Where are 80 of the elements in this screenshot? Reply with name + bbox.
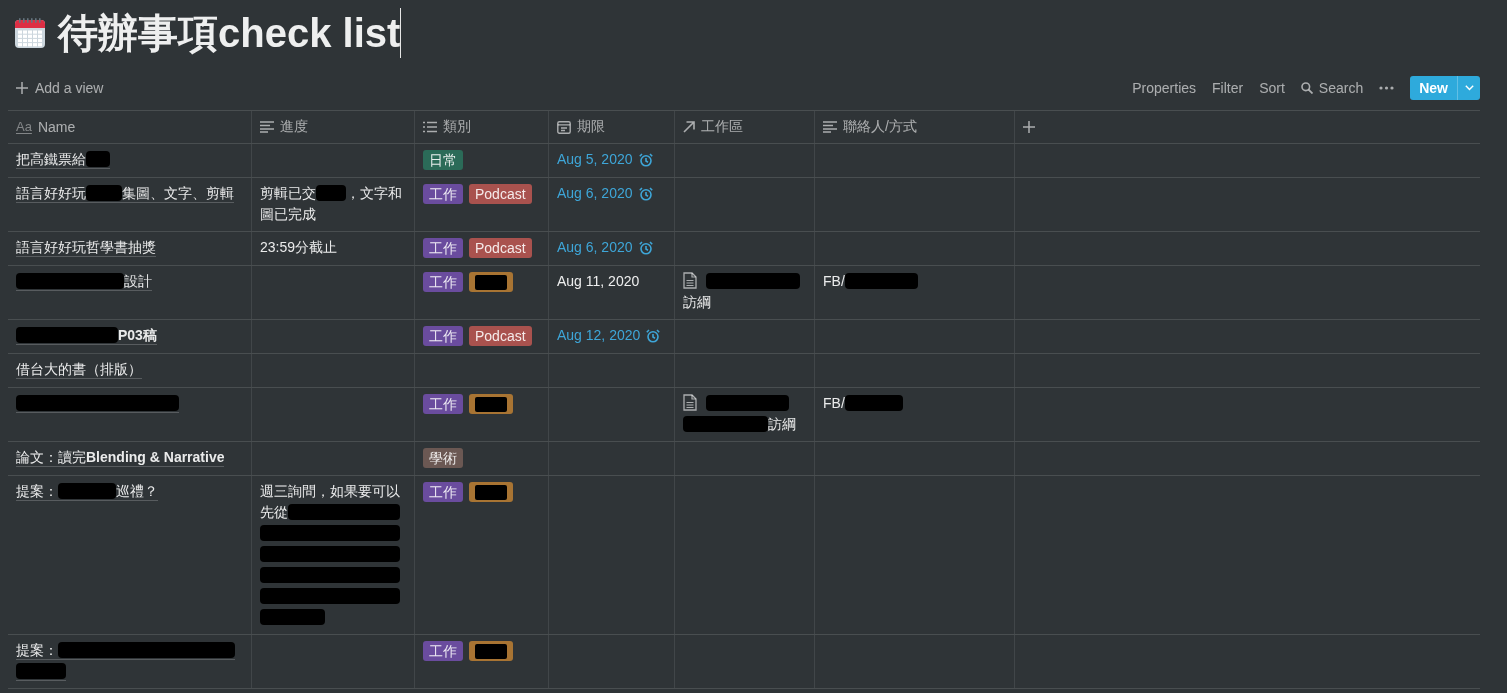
row-title[interactable]: 集圖、文字、剪輯	[122, 183, 234, 204]
toolbar-button[interactable]: Filter	[1212, 78, 1244, 98]
redaction-mark	[16, 663, 66, 679]
plus-icon	[1023, 120, 1035, 133]
redaction-mark	[475, 274, 507, 290]
row-title[interactable]: 語言好好玩哲學書抽獎	[16, 237, 156, 258]
plus-icon	[16, 82, 28, 94]
toolbar-button[interactable]: Properties	[1132, 78, 1197, 98]
category-tag: 工作	[423, 184, 463, 204]
category-tag: 學術	[423, 448, 463, 468]
row-title[interactable]: 把高鐵票給	[16, 149, 86, 170]
page-link[interactable]: 訪綱	[683, 292, 711, 313]
row-title[interactable]: 設計	[124, 271, 152, 292]
page-link[interactable]: 訪綱	[768, 414, 796, 435]
progress-text: ，文字和	[346, 184, 402, 203]
progress-text: 剪輯已交	[260, 184, 316, 203]
document-icon	[683, 394, 697, 411]
alarm-clock-icon	[638, 152, 653, 167]
text-property-icon	[260, 120, 274, 133]
category-tag: 工作	[423, 482, 463, 502]
more-icon	[1379, 86, 1395, 90]
document-icon	[683, 272, 697, 289]
redaction-mark	[475, 484, 507, 500]
redaction-mark	[86, 185, 122, 201]
progress-text: 週三詢問，如果要可以	[260, 482, 400, 501]
progress-text: 23:59分截止	[260, 238, 338, 257]
title-property-glyph: Aa	[16, 119, 32, 134]
column-header[interactable]: 工作區	[683, 116, 743, 137]
category-tag: 工作	[423, 641, 463, 661]
category-tag: Podcast	[469, 184, 532, 204]
contact-text: FB/	[823, 272, 845, 291]
category-tag: Podcast	[469, 326, 532, 346]
column-header[interactable]: Aa Name	[16, 116, 76, 137]
category-tag: 工作	[423, 326, 463, 346]
redaction-mark	[316, 185, 346, 201]
more-button[interactable]	[1379, 84, 1395, 92]
due-date: Aug 12, 2020	[557, 326, 641, 345]
column-header[interactable]: 期限	[557, 116, 605, 137]
category-tag: Podcast	[469, 238, 532, 258]
calendar-icon	[557, 119, 571, 134]
contact-text: FB/	[823, 394, 845, 413]
category-tag: 工作	[423, 394, 463, 414]
due-date: Aug 5, 2020	[557, 150, 633, 169]
column-header[interactable]: 聯絡人/方式	[823, 116, 917, 137]
search-icon	[1300, 82, 1313, 94]
alarm-clock-icon	[646, 328, 661, 343]
row-title[interactable]: P03稿	[118, 325, 157, 346]
toolbar-button[interactable]: Sort	[1259, 78, 1285, 98]
column-header[interactable]: 進度	[260, 116, 308, 137]
row-title[interactable]: 語言好好玩	[16, 183, 86, 204]
column-header[interactable]: 類別	[423, 116, 471, 137]
redaction-mark	[475, 643, 507, 659]
add-view-button[interactable]: Add a view	[8, 80, 104, 96]
progress-text: 圖已完成	[260, 205, 316, 224]
row-title[interactable]: 巡禮？	[116, 481, 158, 502]
redaction-mark	[86, 151, 110, 167]
row-title[interactable]: 提案：	[16, 481, 58, 502]
page-title[interactable]: 待辦事項check list	[58, 9, 401, 57]
row-title[interactable]: 借台大的書（排版）	[16, 359, 142, 380]
due-date: Aug 6, 2020	[557, 184, 633, 203]
row-title[interactable]: 提案：	[16, 640, 58, 661]
category-tag: 工作	[423, 238, 463, 258]
redaction-mark	[58, 483, 116, 499]
progress-text: 先從	[260, 503, 288, 522]
redaction-mark	[475, 396, 507, 412]
list-icon	[423, 120, 437, 133]
calendar-icon	[14, 17, 46, 49]
arrow-up-right-icon	[683, 120, 695, 133]
search-button[interactable]: Search	[1300, 78, 1364, 98]
redaction-mark	[260, 609, 325, 625]
text-property-icon	[823, 120, 837, 133]
alarm-clock-icon	[638, 186, 653, 201]
category-tag: 工作	[423, 272, 463, 292]
chevron-down-icon	[1464, 85, 1474, 91]
alarm-clock-icon	[638, 240, 653, 255]
due-date: Aug 11, 2020	[557, 272, 640, 291]
row-title[interactable]: 論文：讀完Blending & Narrative	[16, 447, 225, 468]
due-date: Aug 6, 2020	[557, 238, 633, 257]
category-tag: 日常	[423, 150, 463, 170]
redaction-mark	[844, 395, 903, 411]
